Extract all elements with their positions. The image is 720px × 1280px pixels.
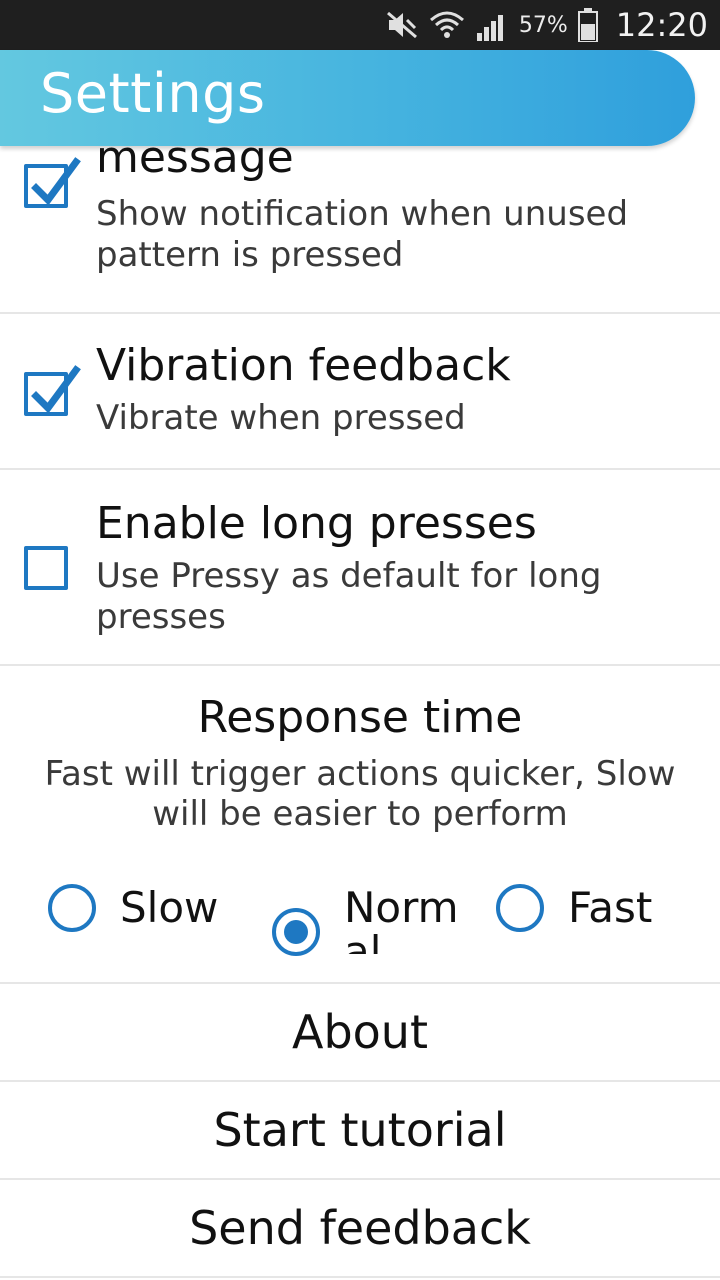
- radio-normal-label-line-2: al: [344, 927, 382, 955]
- send-feedback-button[interactable]: Send feedback: [0, 1180, 720, 1278]
- send-feedback-label: Send feedback: [189, 1201, 531, 1255]
- unused-pattern-checkbox[interactable]: [24, 157, 81, 208]
- radio-fast[interactable]: [496, 884, 544, 932]
- response-time-description-line-2: will be easier to perform: [152, 794, 568, 834]
- about-label: About: [291, 1005, 428, 1059]
- radio-fast-label[interactable]: Fast: [568, 886, 652, 930]
- radio-normal[interactable]: [272, 908, 320, 956]
- setting-subtitle: Vibrate when pressed: [96, 398, 466, 438]
- setting-title: Enable long presses: [96, 498, 537, 549]
- radio-slow[interactable]: [48, 884, 96, 932]
- setting-title: message: [96, 146, 294, 183]
- about-button[interactable]: About: [0, 984, 720, 1082]
- battery-percent: 57%: [518, 12, 568, 38]
- battery-icon: [577, 8, 598, 42]
- radio-slow-label[interactable]: Slow: [120, 886, 218, 930]
- wifi-icon: [429, 11, 464, 38]
- radio-normal-label[interactable]: Norm al: [344, 884, 484, 955]
- checkmark-icon: [31, 157, 81, 206]
- setting-unused-pattern-message[interactable]: message Show notification when unused pa…: [0, 146, 720, 314]
- start-tutorial-button[interactable]: Start tutorial: [0, 1082, 720, 1180]
- setting-enable-long-presses[interactable]: Enable long presses Use Pressy as defaul…: [0, 470, 720, 666]
- response-time-description-line-1: Fast will trigger actions quicker, Slow: [44, 754, 676, 794]
- radio-normal-label-line-1: Norm: [344, 884, 459, 932]
- settings-list[interactable]: message Show notification when unused pa…: [0, 146, 720, 1280]
- vibration-checkbox[interactable]: [24, 365, 81, 416]
- status-bar: 57% 12:20: [0, 0, 720, 50]
- signal-icon: [476, 15, 503, 41]
- mute-icon: [386, 11, 417, 39]
- checkmark-icon: [31, 365, 81, 414]
- start-tutorial-label: Start tutorial: [213, 1103, 507, 1157]
- clock: 12:20: [615, 6, 708, 44]
- response-time-section: Response time Fast will trigger actions …: [0, 666, 720, 984]
- setting-vibration-feedback[interactable]: Vibration feedback Vibrate when pressed: [0, 314, 720, 470]
- long-presses-checkbox[interactable]: [24, 546, 68, 590]
- setting-subtitle: Use Pressy as default for long presses: [96, 556, 602, 637]
- setting-title: Vibration feedback: [96, 340, 511, 391]
- radio-selected-dot: [284, 920, 308, 944]
- status-icons: 57% 12:20: [385, 0, 708, 50]
- page-title: Settings: [40, 62, 266, 125]
- app-bar: Settings: [0, 50, 720, 146]
- response-time-title: Response time: [197, 692, 523, 743]
- setting-subtitle: Show notification when unused pattern is…: [96, 194, 629, 275]
